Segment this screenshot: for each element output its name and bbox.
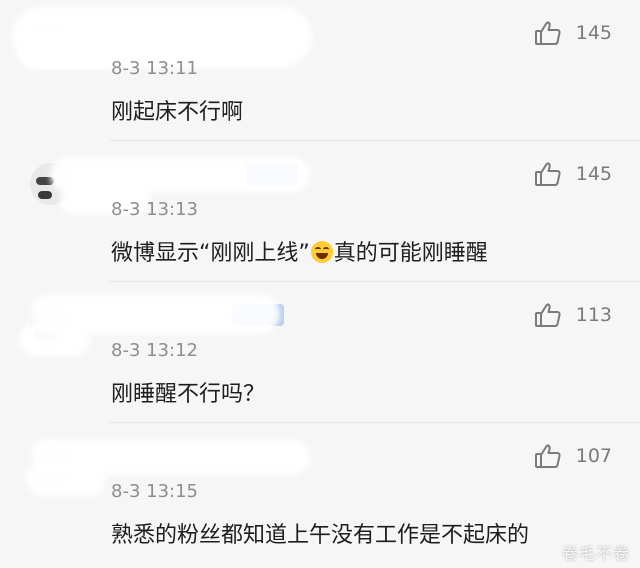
redacted-avatar (26, 459, 106, 497)
thumbs-up-icon (534, 162, 561, 186)
like-count: 145 (575, 22, 612, 44)
like-count: 107 (575, 445, 612, 467)
laughing-tears-emoji-icon (310, 241, 333, 263)
like-button[interactable]: 107 (534, 441, 612, 471)
comment-text: 刚睡醒不行吗？ (111, 382, 266, 407)
comment-text-part: 真的可能刚睡醒 (333, 241, 488, 266)
comment-timestamp: 8-3 13:15 (111, 481, 198, 502)
comment-item: 145 8-3 13:13 微博显示“刚刚上线” 真的可能刚睡醒 (0, 141, 640, 282)
like-button[interactable]: 145 (534, 18, 612, 48)
like-button[interactable]: 145 (534, 159, 612, 189)
avatar-detail (38, 191, 52, 199)
like-button[interactable]: 113 (534, 300, 612, 330)
thumbs-up-icon (534, 303, 561, 327)
comment-item: 107 8-3 13:15 熟悉的粉丝都知道上午没有工作是不起床的 (0, 423, 640, 564)
thumbs-up-icon (534, 21, 561, 45)
comment-text: 熟悉的粉丝都知道上午没有工作是不起床的 (111, 523, 530, 548)
comment-text: 微博显示“刚刚上线” 真的可能刚睡醒 (111, 235, 488, 267)
comment-timestamp: 8-3 13:12 (111, 340, 198, 361)
comment-timestamp: 8-3 13:13 (111, 199, 198, 220)
like-count: 113 (575, 304, 612, 326)
comment-item: 113 8-3 13:12 刚睡醒不行吗？ (0, 282, 640, 423)
comment-text: 刚起床不行啊 (111, 100, 244, 125)
thumbs-up-icon (534, 444, 561, 468)
comment-text-part: 微博显示“刚刚上线” (111, 241, 310, 266)
comment-timestamp: 8-3 13:11 (111, 58, 198, 79)
redacted-avatar (20, 322, 90, 356)
like-count: 145 (575, 163, 612, 185)
watermark: 卷毛不卷 (561, 544, 630, 563)
comment-item: 145 8-3 13:11 刚起床不行啊 (0, 0, 640, 141)
comment-list: 145 8-3 13:11 刚起床不行啊 145 8-3 13:13 微博显示“… (0, 0, 640, 568)
